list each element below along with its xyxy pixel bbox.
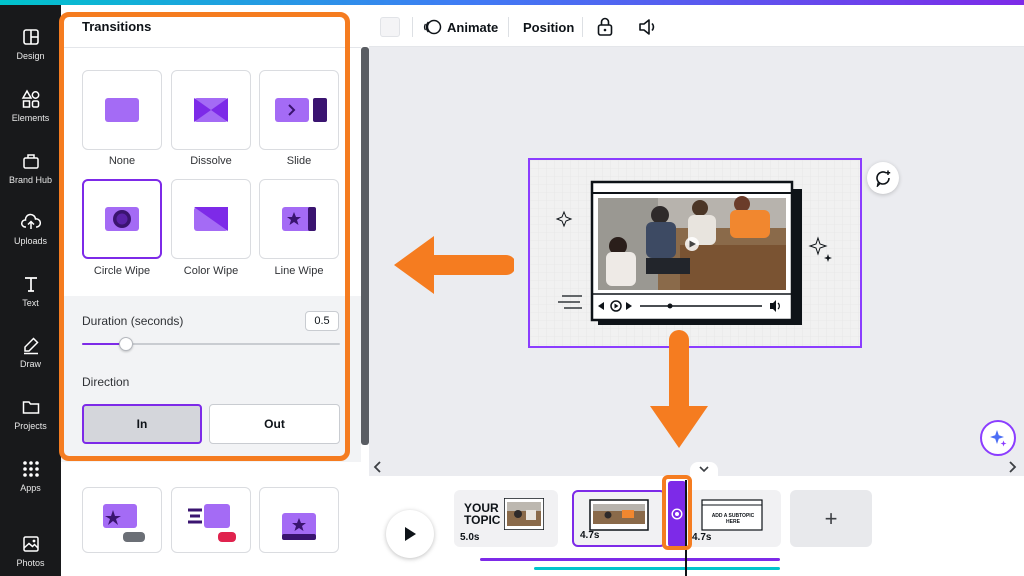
elements-icon xyxy=(21,89,39,108)
transition-more-2[interactable] xyxy=(171,487,251,553)
transition-more-3[interactable] xyxy=(259,487,339,553)
scroll-left-icon[interactable] xyxy=(373,461,383,473)
panel-scrollbar[interactable] xyxy=(361,47,369,445)
rail-item-photos[interactable]: Photos xyxy=(0,525,61,576)
apps-icon xyxy=(22,461,39,477)
annotation-arrow-left xyxy=(394,236,514,294)
clip-thumb-title: YOUR TOPIC xyxy=(464,502,500,526)
add-comment-button[interactable] xyxy=(867,162,899,194)
play-icon xyxy=(405,527,416,541)
rail-label: Elements xyxy=(11,113,50,123)
left-nav-rail: Design Elements Brand Hub Uploads Text D… xyxy=(0,5,61,576)
volume-icon xyxy=(639,19,655,35)
projects-icon xyxy=(22,401,39,414)
video-player-illustration xyxy=(530,160,860,346)
rail-label: Photos xyxy=(16,558,45,568)
annotation-arrow-down xyxy=(650,330,708,448)
magic-assistant-button[interactable] xyxy=(980,420,1016,456)
rail-item-uploads[interactable]: Uploads xyxy=(0,203,61,255)
draw-icon xyxy=(23,337,39,355)
rail-item-text[interactable]: Text xyxy=(0,265,61,317)
rail-label: Apps xyxy=(20,483,41,493)
rail-item-apps[interactable]: Apps xyxy=(0,450,61,502)
toolbar-divider xyxy=(508,17,509,37)
toolbar-divider xyxy=(582,17,583,37)
sparkle-icon xyxy=(990,430,1007,447)
rail-label: Design xyxy=(16,51,45,61)
play-button[interactable] xyxy=(386,510,434,558)
animate-icon xyxy=(423,19,442,35)
clip-thumb-text: ADD A SUBTOPIC HERE xyxy=(711,513,755,525)
clip-duration: 4.7s xyxy=(692,532,712,543)
rail-item-projects[interactable]: Projects xyxy=(0,388,61,440)
toolbar-divider xyxy=(412,17,413,37)
position-label: Position xyxy=(523,19,575,35)
clip-thumb-text: TOPIC xyxy=(464,513,501,527)
timeline-collapse-toggle[interactable] xyxy=(690,462,718,476)
text-icon xyxy=(24,277,37,292)
chevron-down-icon xyxy=(699,466,709,473)
clip-duration: 4.7s xyxy=(580,530,600,541)
lock-button[interactable] xyxy=(596,16,614,38)
rail-label: Draw xyxy=(19,359,41,369)
rail-label: Projects xyxy=(14,421,47,431)
timeline-secondary-track[interactable] xyxy=(534,567,780,570)
animate-label: Animate xyxy=(447,19,499,35)
timeline-clip-3[interactable]: ADD A SUBTOPIC HERE 4.7s xyxy=(686,490,781,547)
position-button[interactable]: Position xyxy=(523,16,574,38)
brand-hub-icon xyxy=(22,154,39,169)
rail-item-draw[interactable]: Draw xyxy=(0,326,61,378)
rail-label: Uploads xyxy=(13,236,48,246)
timeline-audio-track[interactable] xyxy=(480,558,780,561)
sparkle-transition-icon xyxy=(103,504,145,542)
photos-icon xyxy=(22,536,39,552)
scroll-right-icon[interactable] xyxy=(1007,461,1017,473)
rail-label: Brand Hub xyxy=(8,175,53,185)
design-icon xyxy=(22,29,39,45)
lock-icon xyxy=(597,17,613,36)
annotation-highlight-panel xyxy=(59,12,350,461)
rail-item-design[interactable]: Design xyxy=(0,18,61,70)
annotation-highlight-transition xyxy=(662,475,692,550)
uploads-icon xyxy=(20,213,41,229)
animate-button[interactable]: Animate xyxy=(423,16,498,38)
transition-more-1[interactable] xyxy=(82,487,162,553)
rail-label: Text xyxy=(22,298,39,308)
plus-icon: + xyxy=(824,505,838,531)
comment-add-icon xyxy=(876,170,891,187)
design-page[interactable] xyxy=(528,158,862,348)
rail-item-elements[interactable]: Elements xyxy=(0,80,61,132)
add-page-button[interactable]: + xyxy=(790,490,872,547)
background-color-swatch[interactable] xyxy=(380,17,400,37)
timeline-clip-2-selected[interactable]: 4.7s xyxy=(572,490,666,547)
rail-item-brand-hub[interactable]: Brand Hub xyxy=(0,142,61,194)
volume-button[interactable] xyxy=(637,16,659,38)
motion-lines-transition-icon xyxy=(188,504,236,542)
clip-duration: 5.0s xyxy=(460,532,480,543)
clip-thumbnail-photo xyxy=(504,498,544,530)
clip-thumbnail-player xyxy=(589,499,649,531)
star-transition-icon xyxy=(282,513,316,540)
timeline-clip-1[interactable]: YOUR TOPIC 5.0s xyxy=(454,490,558,547)
